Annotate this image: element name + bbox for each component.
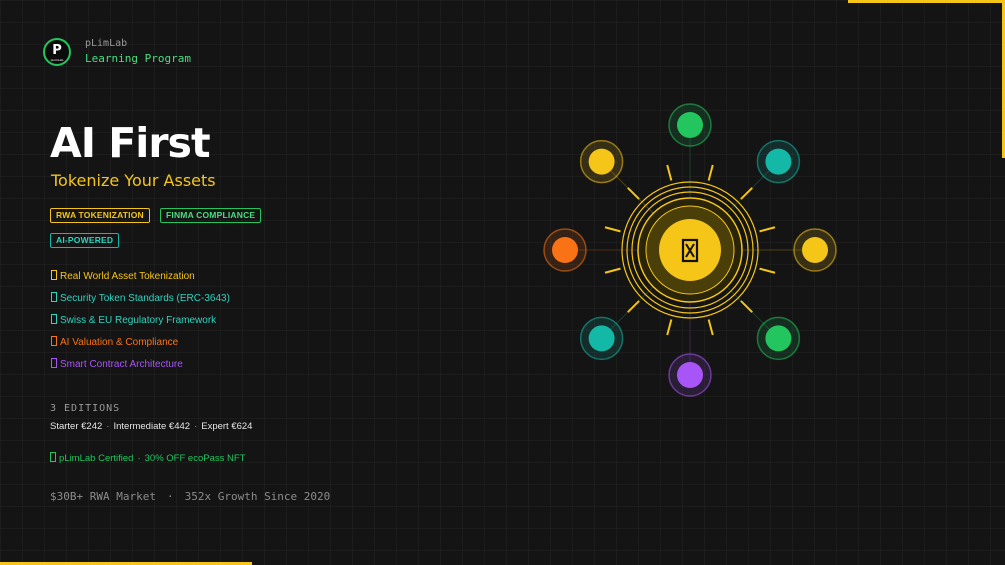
orange-node xyxy=(552,237,578,263)
feature-item: Smart Contract Architecture xyxy=(51,358,183,371)
brand-text: pLimLab Learning Program xyxy=(85,37,191,66)
ray xyxy=(627,300,640,313)
ray xyxy=(604,226,621,233)
teal-node xyxy=(765,148,792,175)
teal-node xyxy=(588,325,615,352)
separator: · xyxy=(106,421,110,432)
purple-node xyxy=(677,362,703,388)
ray xyxy=(759,267,776,274)
ray xyxy=(740,187,753,200)
program-name: Learning Program xyxy=(85,52,191,65)
ray xyxy=(759,226,776,233)
green-node xyxy=(677,112,703,138)
checkbox-icon xyxy=(51,336,57,346)
feature-item: Real World Asset Tokenization xyxy=(51,270,195,283)
finma-compliance-badge: FINMA COMPLIANCE xyxy=(160,208,262,223)
plimlab-logo: P pLimLab xyxy=(43,37,71,66)
ray xyxy=(666,319,673,336)
edition-intermediate: Intermediate €442 xyxy=(113,421,191,432)
yellow-node xyxy=(802,237,828,263)
ai-powered-badge: AI-POWERED xyxy=(50,233,120,248)
feature-item: Security Token Standards (ERC-3643) xyxy=(51,292,230,305)
token-hub-illustration xyxy=(543,103,837,397)
checkbox-icon xyxy=(50,452,56,462)
ray xyxy=(707,164,714,181)
feature-item: AI Valuation & Compliance xyxy=(51,336,178,349)
brand-name: pLimLab xyxy=(85,38,128,49)
separator: · xyxy=(137,453,141,464)
checkbox-icon xyxy=(51,314,57,324)
certified-text: pLimLab Certified xyxy=(59,453,134,464)
brand-header: P pLimLab pLimLab Learning Program xyxy=(43,37,191,66)
ray xyxy=(627,187,640,200)
page-title: AI First xyxy=(50,119,211,167)
editions-list: Starter €242 · Intermediate €442 · Expert €6… xyxy=(50,421,252,432)
top-accent-line xyxy=(848,0,1005,3)
checkbox-icon xyxy=(51,358,57,368)
edition-starter: Starter €242 xyxy=(50,421,103,432)
certification-line: pLimLab Certified · 30% OFF ecoPass NFT xyxy=(50,452,245,464)
editions-label: 3 EDITIONS xyxy=(50,403,121,414)
rwa-tokenization-badge: RWA TOKENIZATION xyxy=(50,208,150,223)
page-subtitle: Tokenize Your Assets xyxy=(51,171,216,190)
separator: · xyxy=(194,421,198,432)
yellow-node xyxy=(588,148,615,175)
ray xyxy=(604,267,621,274)
checkbox-icon xyxy=(51,292,57,302)
market-size-stat: $30B+ RWA Market xyxy=(50,490,156,503)
feature-item: Swiss & EU Regulatory Framework xyxy=(51,314,216,327)
edition-expert: Expert €624 xyxy=(201,421,253,432)
growth-stat: 352x Growth Since 2020 xyxy=(184,490,331,503)
ray xyxy=(666,164,673,181)
ray xyxy=(707,319,714,336)
green-node xyxy=(765,325,792,352)
ray xyxy=(740,300,753,313)
checkbox-icon xyxy=(51,270,57,280)
separator: · xyxy=(166,490,174,503)
nft-offer-text: 30% OFF ecoPass NFT xyxy=(144,453,246,464)
market-stats: $30B+ RWA Market · 352x Growth Since 2020 xyxy=(50,490,330,503)
